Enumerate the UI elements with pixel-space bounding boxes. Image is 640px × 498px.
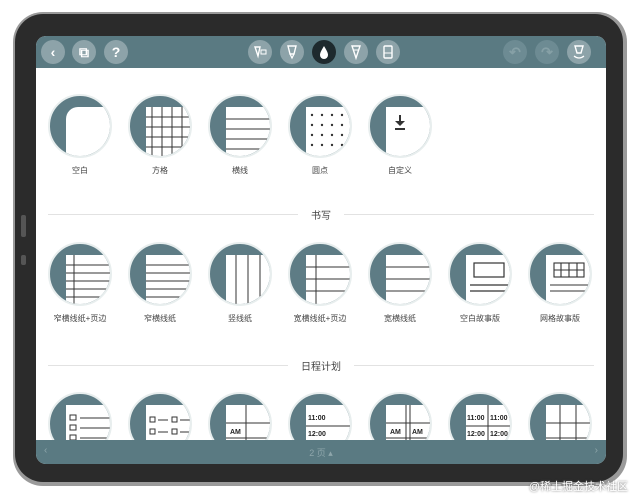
camera-dot — [21, 215, 26, 237]
template-thumb — [208, 94, 272, 158]
template-grid-storyboard[interactable]: 网格故事版 — [528, 242, 592, 324]
template-lined[interactable]: 横线 — [208, 94, 272, 176]
template-thumb — [128, 242, 192, 306]
template-hourly[interactable]: 11:00 12:00 — [288, 392, 352, 440]
back-icon: ‹ — [50, 44, 56, 60]
download-icon — [395, 115, 405, 130]
template-dots[interactable]: 圆点 — [288, 94, 352, 176]
pages-button[interactable]: ⧉ — [72, 40, 96, 64]
template-vertical-lines[interactable]: 竖线纸 — [208, 242, 272, 324]
template-thumb — [48, 242, 112, 306]
section-schedule: 日程计划 — [48, 358, 594, 373]
template-thumb — [48, 94, 112, 158]
template-label: 竖线纸 — [228, 314, 252, 323]
template-label: 宽横线纸+页边 — [293, 314, 347, 323]
template-blank[interactable]: 空白 — [48, 94, 112, 176]
template-thumb: 11:00 11:00 12:00 12:00 — [448, 392, 512, 440]
template-label: 宽横线纸 — [384, 314, 416, 323]
bottom-bar: ‹ 2 页 ▴ › — [36, 440, 606, 464]
template-gallery: 空白 方格 横线 圆点 自定义 书写 窄横线纸+页边 窄横线纸 竖线纸 宽横线纸… — [36, 68, 606, 440]
page-indicator[interactable]: 2 页 ▴ — [36, 446, 606, 459]
pencil-icon — [351, 45, 361, 60]
template-thumb — [128, 392, 192, 440]
template-narrow-ruled-margin[interactable]: 窄横线纸+页边 — [48, 242, 112, 324]
pages-icon: ⧉ — [79, 43, 89, 60]
section-title: 日程计划 — [301, 362, 341, 373]
back-button[interactable]: ‹ — [41, 40, 65, 64]
template-grid[interactable]: 方格 — [128, 94, 192, 176]
template-thumb: AM AM PM PM — [368, 392, 432, 440]
template-thumb — [368, 94, 432, 158]
template-columns[interactable] — [528, 392, 592, 440]
template-todo[interactable] — [128, 392, 192, 440]
eraser-tool-button[interactable] — [376, 40, 400, 64]
template-label: 窄横线纸 — [144, 314, 176, 323]
template-label: 窄横线纸+页边 — [53, 314, 107, 323]
redo-button[interactable]: ↷ — [535, 40, 559, 64]
template-tool-icon — [254, 46, 267, 59]
template-blank-storyboard[interactable]: 空白故事版 — [448, 242, 512, 324]
template-week-ampm[interactable]: AM AM PM PM — [368, 392, 432, 440]
ink-drop-icon — [320, 46, 328, 59]
template-label: 横线 — [232, 166, 248, 175]
template-label: 空白 — [72, 166, 88, 175]
pen-settings-button[interactable] — [567, 40, 591, 64]
undo-icon: ↶ — [509, 43, 521, 60]
template-label: 网格故事版 — [540, 314, 580, 323]
help-icon: ? — [111, 44, 121, 60]
template-checklist[interactable] — [48, 392, 112, 440]
undo-button[interactable]: ↶ — [503, 40, 527, 64]
template-tool-button[interactable] — [248, 40, 272, 64]
template-label: 自定义 — [388, 166, 412, 175]
template-thumb — [288, 94, 352, 158]
eraser-icon — [383, 45, 393, 59]
template-narrow-ruled[interactable]: 窄横线纸 — [128, 242, 192, 324]
template-wide-ruled-margin[interactable]: 宽横线纸+页边 — [288, 242, 352, 324]
marker-icon — [287, 45, 297, 60]
pencil-tool-button[interactable] — [344, 40, 368, 64]
template-thumb — [368, 242, 432, 306]
template-thumb: AM PM — [208, 392, 272, 440]
template-thumb — [528, 392, 592, 440]
template-thumb: 11:00 12:00 — [288, 392, 352, 440]
ink-tool-button[interactable] — [312, 40, 336, 64]
template-thumb — [128, 94, 192, 158]
template-custom[interactable]: 自定义 — [368, 94, 432, 176]
template-wide-ruled[interactable]: 宽横线纸 — [368, 242, 432, 324]
template-label: 方格 — [152, 166, 168, 175]
section-writing: 书写 — [48, 207, 594, 222]
template-label: 空白故事版 — [460, 314, 500, 323]
template-thumb — [48, 392, 112, 440]
template-day-ampm[interactable]: AM PM — [208, 392, 272, 440]
template-thumb — [288, 242, 352, 306]
template-thumb — [448, 242, 512, 306]
sensor-dot — [21, 255, 26, 265]
help-button[interactable]: ? — [104, 40, 128, 64]
top-toolbar: ‹ ⧉ ? ↶ ↷ — [36, 36, 606, 68]
redo-icon: ↷ — [541, 43, 553, 60]
template-thumb — [528, 242, 592, 306]
template-thumb — [208, 242, 272, 306]
next-page-button[interactable]: › — [595, 445, 598, 456]
template-label: 圆点 — [312, 166, 328, 175]
watermark: @稀土掘金技术社区 — [528, 481, 628, 493]
section-title: 书写 — [311, 211, 331, 222]
marker-tool-button[interactable] — [280, 40, 304, 64]
pen-settings-icon — [573, 45, 585, 59]
app-screen: ‹ ⧉ ? ↶ ↷ 空白 方格 横线 圆点 自定义 书写 窄横线纸+页边 窄横线… — [36, 36, 606, 464]
template-week-hourly[interactable]: 11:00 11:00 12:00 12:00 — [448, 392, 512, 440]
